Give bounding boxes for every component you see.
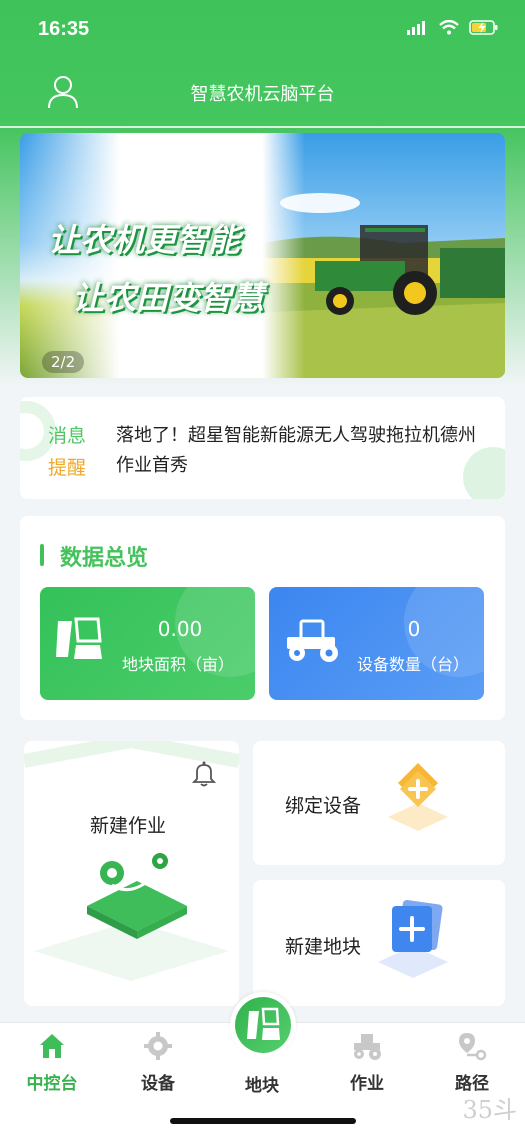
new-job-card[interactable]: 新建作业	[24, 741, 239, 1006]
tab-routes[interactable]: 路径	[432, 1031, 512, 1094]
data-overview-card: 数据总览 0.00 地块面积（亩） 0 设备数量（台）	[20, 516, 505, 720]
notice-text[interactable]: 落地了！超星智能新能源无人驾驶拖拉机德州作业首秀	[116, 421, 486, 481]
device-count-stat[interactable]: 0 设备数量（台）	[269, 587, 484, 700]
plots-center-button-inner	[235, 997, 291, 1053]
new-job-label: 新建作业	[90, 815, 167, 837]
new-plot-label: 新建地块	[285, 936, 362, 958]
tab-plots[interactable]: 地块	[222, 1067, 302, 1096]
home-icon	[40, 1034, 64, 1058]
add-device-icon	[388, 763, 448, 831]
tab-label: 设备	[141, 1074, 175, 1094]
app-header: 16:35 智慧农机云脑平台	[0, 0, 525, 128]
wifi-icon	[439, 20, 459, 35]
banner-indicator-dot	[242, 360, 260, 364]
bind-device-card[interactable]: 绑定设备	[253, 741, 505, 865]
notice-card[interactable]: 消息 提醒 落地了！超星智能新能源无人驾驶拖拉机德州作业首秀	[20, 397, 505, 499]
plots-center-button[interactable]	[230, 992, 296, 1058]
status-icons	[407, 20, 499, 35]
banner-slogan-line2: 让农田变智慧	[72, 279, 265, 317]
status-time: 16:35	[38, 18, 90, 40]
gear-icon	[144, 1032, 172, 1060]
map-route-icon	[87, 853, 187, 939]
notice-tag-line2: 提醒	[48, 457, 87, 479]
plot-icon	[56, 617, 102, 659]
bind-device-label: 绑定设备	[285, 795, 362, 817]
tractor-icon	[354, 1034, 381, 1060]
plot-area-stat[interactable]: 0.00 地块面积（亩）	[40, 587, 255, 700]
new-plot-card[interactable]: 新建地块	[253, 880, 505, 1006]
section-title: 数据总览	[60, 546, 149, 571]
device-count-label: 设备数量（台）	[357, 655, 470, 674]
watermark-logo: 35斗	[462, 1096, 517, 1124]
page-title: 智慧农机云脑平台	[190, 84, 335, 105]
plot-area-label: 地块面积（亩）	[122, 655, 235, 674]
bell-icon[interactable]	[189, 759, 219, 789]
tab-devices[interactable]: 设备	[118, 1031, 198, 1094]
battery-icon	[469, 20, 498, 35]
tab-label: 作业	[350, 1074, 384, 1094]
plot-area-value: 0.00	[157, 617, 203, 641]
device-count-value: 0	[407, 617, 421, 641]
banner-slogan-line1: 让农机更智能	[48, 221, 241, 259]
banner-page-counter: 2/2	[42, 351, 85, 373]
tab-label: 地块	[245, 1076, 279, 1096]
signal-icon	[407, 20, 425, 35]
plot-icon	[247, 1007, 280, 1040]
home-indicator	[170, 1118, 356, 1124]
tab-dashboard[interactable]: 中控台	[12, 1031, 92, 1094]
add-plot-icon	[378, 899, 448, 978]
promo-banner[interactable]: 让农机更智能 让农田变智慧 2/2	[20, 133, 505, 378]
route-icon	[459, 1033, 487, 1061]
tractor-icon	[287, 619, 338, 662]
section-accent-bar	[40, 544, 44, 566]
tab-jobs[interactable]: 作业	[327, 1031, 407, 1094]
tab-label: 中控台	[26, 1074, 78, 1094]
notice-tag-line1: 消息	[48, 425, 87, 447]
